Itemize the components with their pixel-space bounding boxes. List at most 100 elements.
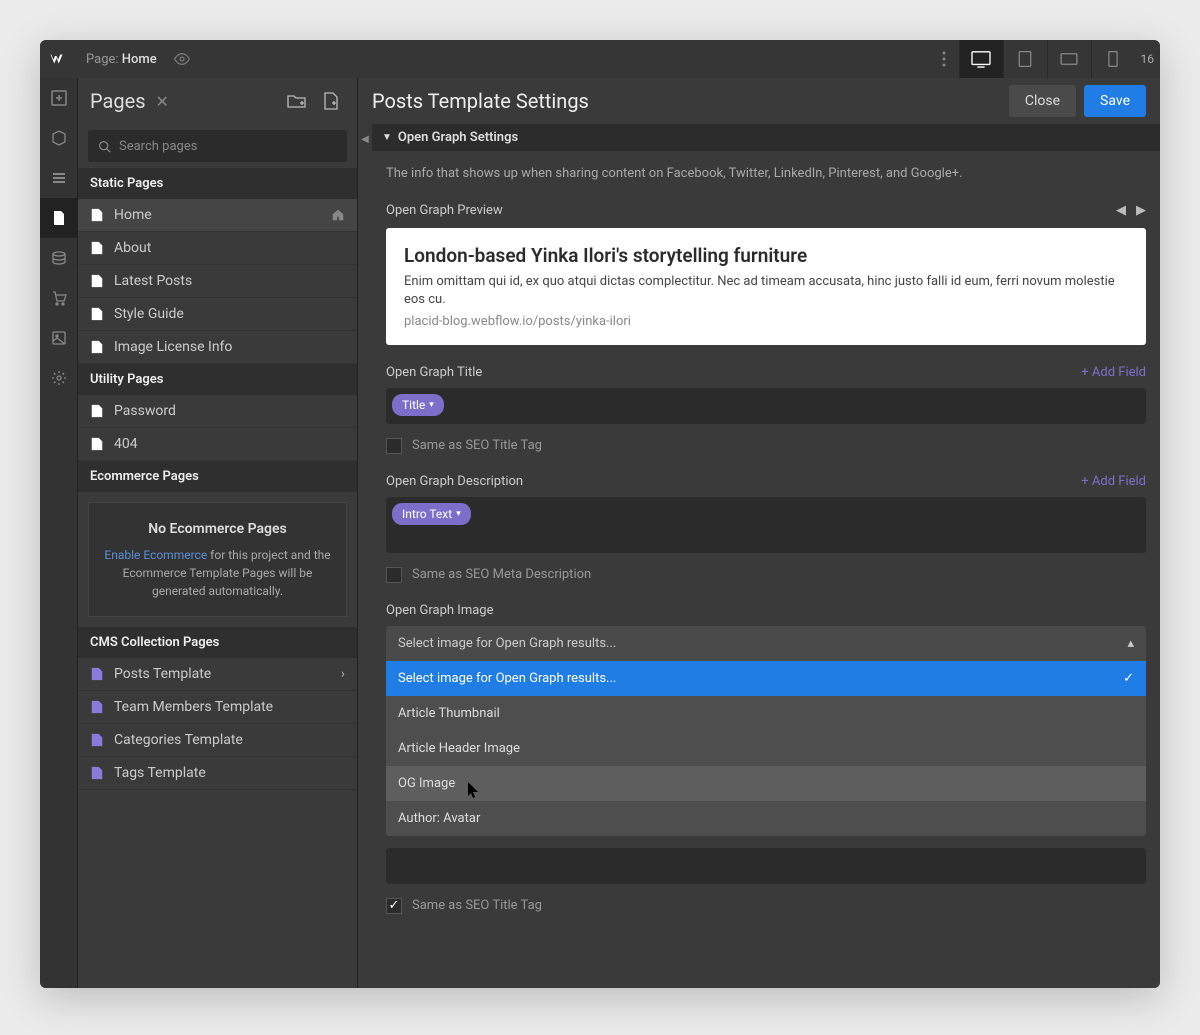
save-button[interactable]: Save [1084,85,1146,117]
close-panel-icon[interactable]: ✕ [156,92,169,111]
checkbox-unchecked[interactable] [386,567,402,583]
device-mobile-button[interactable] [1091,40,1135,78]
og-image-select[interactable]: Select image for Open Graph results... ▴ [386,626,1146,661]
add-element-icon[interactable] [40,78,78,118]
cms-page-icon [90,700,104,714]
pages-title: Pages [90,89,146,113]
enable-ecommerce-link[interactable]: Enable Ecommerce [104,548,207,562]
title-pill[interactable]: Title▾ [392,394,444,416]
page-icon [90,340,104,354]
page-breadcrumb[interactable]: Page: Home [76,52,167,67]
og-section-title: Open Graph Settings [398,130,518,145]
page-icon [90,274,104,288]
page-item-style-guide[interactable]: Style Guide [78,298,357,331]
new-page-icon[interactable] [317,87,345,115]
page-label: 404 [114,436,138,452]
add-field-desc[interactable]: + Add Field [1081,474,1146,489]
og-section-header[interactable]: ▼ Open Graph Settings [372,124,1160,151]
dropdown-item-avatar[interactable]: Author: Avatar [386,801,1146,836]
resolution-label: 16 [1135,52,1161,66]
device-tablet-landscape-button[interactable] [1047,40,1091,78]
og-preview-label: Open Graph Preview [386,203,503,218]
cms-icon[interactable] [40,238,78,278]
og-image-label: Open Graph Image [386,603,494,618]
pages-icon[interactable] [40,198,78,238]
preview-title: London-based Yinka Ilori's storytelling … [404,244,1128,267]
og-title-input[interactable]: Title▾ [386,388,1146,424]
triangle-up-icon: ▴ [1127,636,1134,651]
ecommerce-empty-title: No Ecommerce Pages [101,519,334,540]
page-label: Tags Template [114,765,206,781]
intro-text-pill[interactable]: Intro Text▾ [392,503,471,525]
same-as-seo-title-label-2: Same as SEO Title Tag [412,898,542,913]
page-label: Image License Info [114,339,232,355]
page-item-latest-posts[interactable]: Latest Posts [78,265,357,298]
page-icon [90,437,104,451]
utility-pages-header: Utility Pages [78,364,357,395]
ecommerce-pages-header: Ecommerce Pages [78,461,357,492]
search-placeholder: Search pages [119,139,197,154]
symbols-icon[interactable] [40,118,78,158]
page-prefix: Page: [86,52,119,67]
page-item-about[interactable]: About [78,232,357,265]
same-as-seo-desc-row[interactable]: Same as SEO Meta Description [372,563,1160,597]
topbar: Page: Home 16 [40,40,1160,78]
page-icon [90,307,104,321]
search-icon [98,140,111,153]
settings-scroll[interactable]: The info that shows up when sharing cont… [372,151,1160,928]
close-button[interactable]: Close [1009,85,1076,117]
preview-next-icon[interactable]: ▶ [1136,203,1146,218]
settings-header: Posts Template Settings Close Save [358,78,1160,124]
settings-icon[interactable] [40,358,78,398]
og-desc-label: Open Graph Description [386,474,523,489]
device-tablet-button[interactable] [1003,40,1047,78]
search-input[interactable]: Search pages [88,130,347,162]
page-item-home[interactable]: Home [78,199,357,232]
new-folder-icon[interactable] [283,87,311,115]
add-field-title[interactable]: + Add Field [1081,365,1146,380]
page-item-password[interactable]: Password [78,395,357,428]
cms-page-icon [90,733,104,747]
same-as-seo-title-row-2[interactable]: ✓ Same as SEO Title Tag [372,894,1160,928]
page-icon [90,404,104,418]
checkbox-unchecked[interactable] [386,438,402,454]
page-label: About [114,240,151,256]
page-item-posts-template[interactable]: Posts Template › [78,658,357,691]
dropdown-item-placeholder[interactable]: Select image for Open Graph results... ✓ [386,661,1146,696]
dropdown-item-og-image[interactable]: OG Image [386,766,1146,801]
preview-icon[interactable] [167,51,197,67]
dropdown-item-thumbnail[interactable]: Article Thumbnail [386,696,1146,731]
ecommerce-empty-state: No Ecommerce Pages Enable Ecommerce for … [88,502,347,617]
page-item-team-template[interactable]: Team Members Template [78,691,357,724]
empty-input[interactable] [386,848,1146,884]
assets-icon[interactable] [40,318,78,358]
same-as-seo-desc-label: Same as SEO Meta Description [412,567,591,582]
ecommerce-icon[interactable] [40,278,78,318]
device-desktop-button[interactable] [959,40,1003,78]
og-image-dropdown: Select image for Open Graph results... ✓… [386,661,1146,836]
og-preview-card: London-based Yinka Ilori's storytelling … [386,228,1146,344]
preview-prev-icon[interactable]: ◀ [1116,203,1126,218]
page-item-tags-template[interactable]: Tags Template [78,757,357,790]
dropdown-item-header-image[interactable]: Article Header Image [386,731,1146,766]
chevron-down-icon: ▾ [429,400,434,410]
pages-panel-header: Pages ✕ [78,78,357,124]
more-menu-icon[interactable] [929,51,959,67]
page-item-categories-template[interactable]: Categories Template [78,724,357,757]
page-label: Categories Template [114,732,243,748]
same-as-seo-title-label: Same as SEO Title Tag [412,438,542,453]
body: Pages ✕ Search pages Static Pages Home A… [40,78,1160,988]
collapse-arrow-icon[interactable]: ◀ [358,124,372,928]
navigator-icon[interactable] [40,158,78,198]
page-item-404[interactable]: 404 [78,428,357,461]
logo-icon[interactable] [40,40,76,78]
chevron-right-icon: › [341,666,345,682]
og-description: The info that shows up when sharing cont… [372,151,1160,197]
page-item-image-license[interactable]: Image License Info [78,331,357,364]
og-desc-input[interactable]: Intro Text▾ [386,497,1146,553]
settings-panel: Posts Template Settings Close Save ◀ ▼ O… [358,78,1160,988]
checkbox-checked[interactable]: ✓ [386,898,402,914]
cms-pages-header: CMS Collection Pages [78,627,357,658]
same-as-seo-title-row[interactable]: Same as SEO Title Tag [372,434,1160,468]
triangle-down-icon: ▼ [382,132,392,143]
